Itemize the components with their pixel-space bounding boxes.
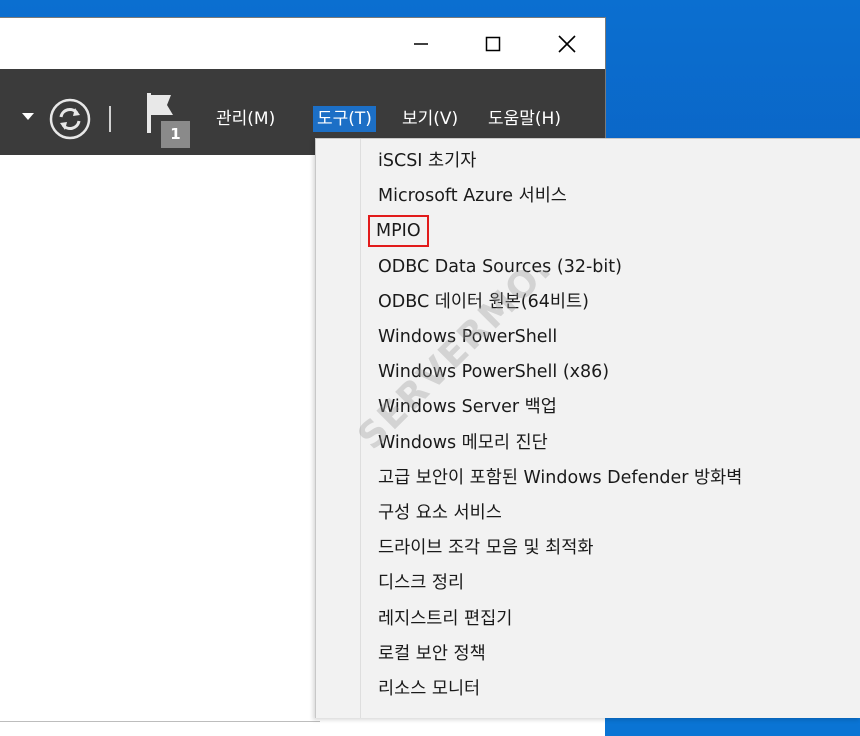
tools-menu-item[interactable]: 로컬 보안 정책 [378,640,486,668]
dropdown-arrow-icon[interactable] [22,113,34,121]
maximize-button[interactable] [461,18,525,69]
tools-menu-item[interactable]: Windows Server 백업 [378,393,557,421]
tools-menu-item[interactable]: Windows 메모리 진단 [378,429,548,457]
menu-gutter [360,139,361,718]
tools-menu-item[interactable]: ODBC Data Sources (32-bit) [378,253,622,281]
tools-menu-item[interactable]: Windows PowerShell [378,323,557,351]
menu-tools[interactable]: 도구(T) [313,106,376,132]
menu-manage[interactable]: 관리(M) [212,106,279,132]
menu-help[interactable]: 도움말(H) [484,106,565,132]
tools-menu-item[interactable]: 리소스 모니터 [378,675,480,703]
close-button[interactable] [535,18,599,69]
minimize-button[interactable] [389,18,453,69]
tools-menu-item[interactable]: 드라이브 조각 모음 및 최적화 [378,534,593,562]
tools-menu-item[interactable]: 구성 요소 서비스 [378,499,502,527]
menu-view[interactable]: 보기(V) [398,106,462,132]
notifications-button[interactable]: 1 [145,93,191,149]
tools-menu-item[interactable]: ODBC 데이터 원본(64비트) [378,288,589,316]
tools-menu-item[interactable]: 고급 보안이 포함된 Windows Defender 방화벽 [378,464,742,492]
tools-menu-item[interactable]: iSCSI 초기자 [378,147,476,175]
divider [0,721,320,722]
tools-menu-item[interactable]: MPIO [368,215,429,248]
toolbar-separator [109,106,111,132]
close-icon [558,34,576,53]
tools-menu-item[interactable]: 디스크 정리 [378,569,464,597]
notification-count: 1 [170,125,181,143]
tools-dropdown-menu: iSCSI 초기자 Microsoft Azure 서비스 MPIO ODBC Dat… [315,138,860,718]
tools-menu-item[interactable]: Windows PowerShell (x86) [378,358,609,386]
minimize-icon [414,42,428,45]
tools-menu-item[interactable]: Microsoft Azure 서비스 [378,182,567,210]
tools-menu-item[interactable]: 레지스트리 편집기 [378,605,512,633]
refresh-icon[interactable] [49,98,91,140]
maximize-icon [485,36,501,51]
title-bar [0,18,605,69]
